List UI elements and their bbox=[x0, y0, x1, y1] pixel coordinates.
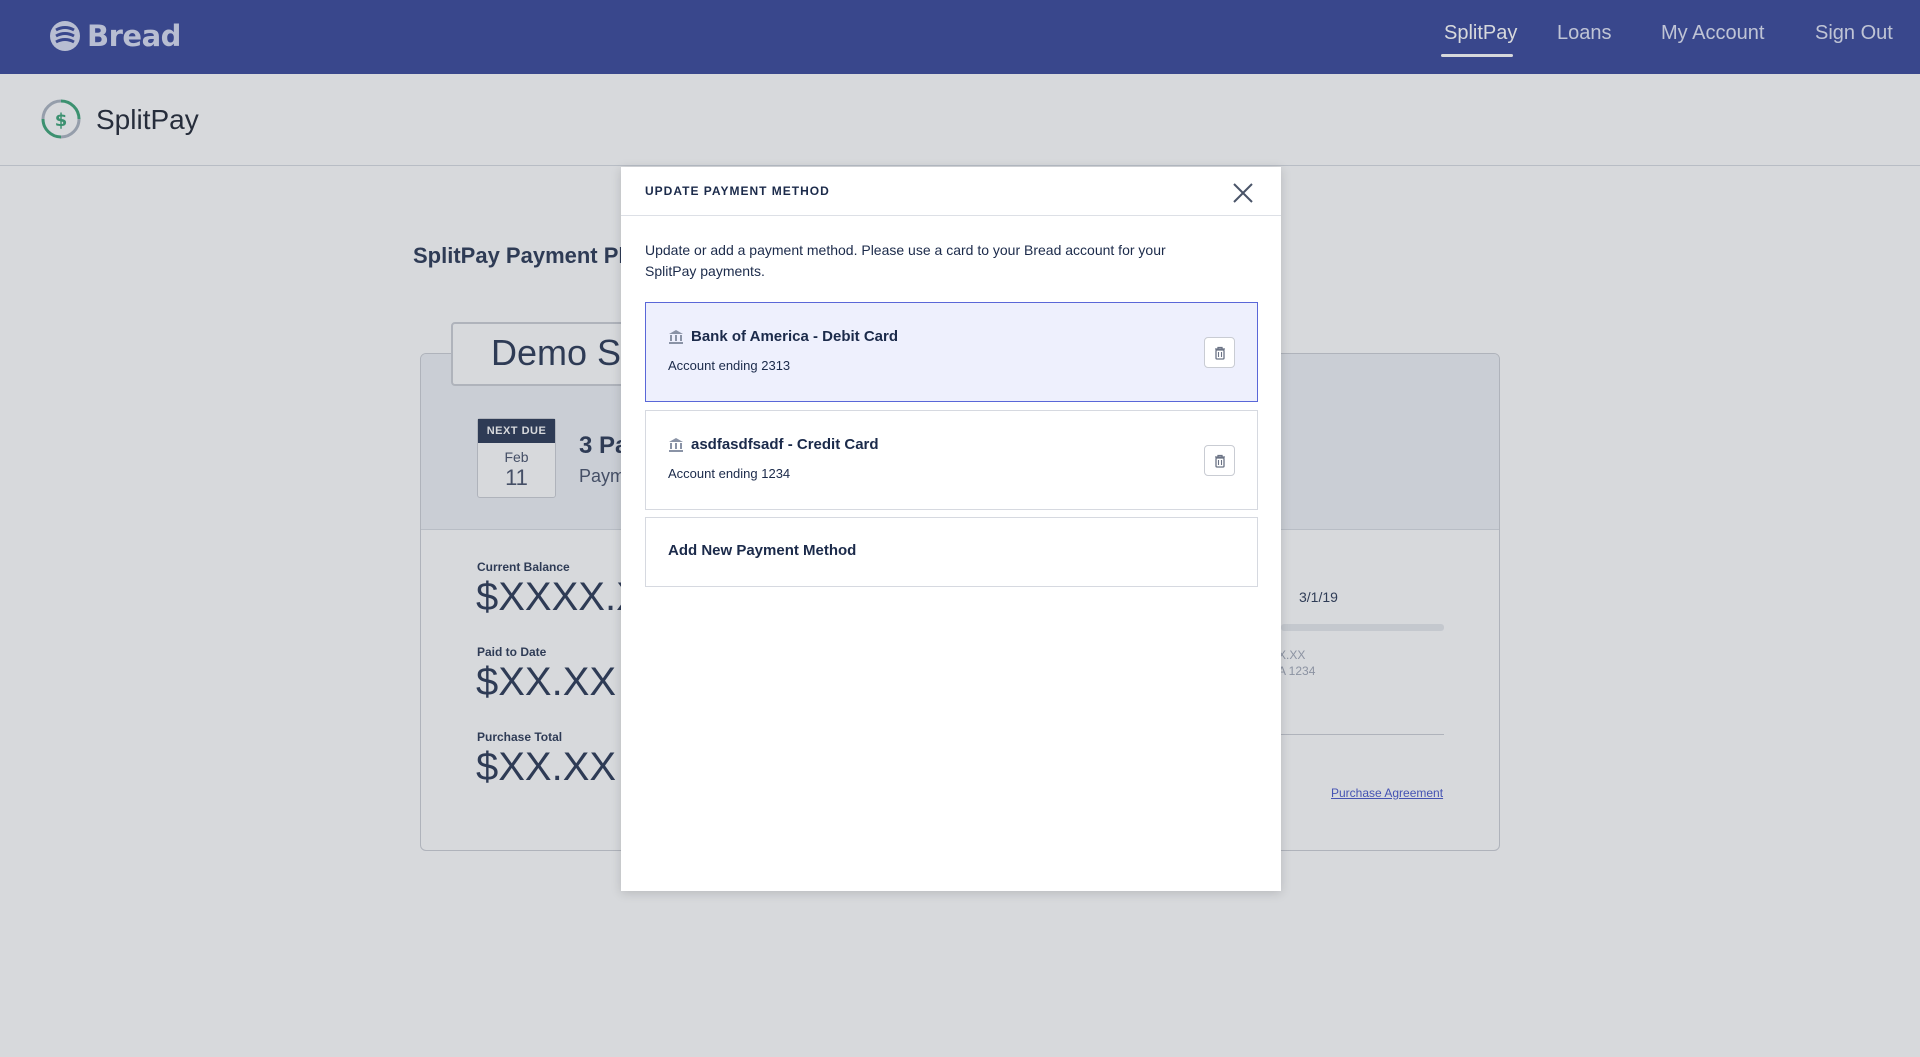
delete-payment-button[interactable] bbox=[1204, 337, 1235, 368]
payment-method-header: Bank of America - Debit Card bbox=[668, 328, 898, 345]
modal-description: Update or add a payment method. Please u… bbox=[645, 242, 1166, 279]
payment-method-title: Bank of America - Debit Card bbox=[691, 328, 898, 345]
payment-method-account: Account ending 1234 bbox=[668, 466, 791, 481]
add-payment-method-label: Add New Payment Method bbox=[668, 542, 857, 559]
modal-header: UPDATE PAYMENT METHOD bbox=[621, 167, 1281, 216]
payment-method-account: Account ending 2313 bbox=[668, 358, 791, 373]
delete-payment-button[interactable] bbox=[1204, 445, 1235, 476]
close-icon[interactable] bbox=[1231, 181, 1255, 205]
update-payment-modal: UPDATE PAYMENT METHOD Update or add a pa… bbox=[621, 167, 1281, 891]
bank-icon bbox=[669, 437, 683, 452]
modal-title: UPDATE PAYMENT METHOD bbox=[645, 184, 830, 198]
payment-method-title: asdfasdfsadf - Credit Card bbox=[691, 436, 879, 453]
payment-method-credit-card[interactable]: asdfasdfsadf - Credit Card Account endin… bbox=[645, 410, 1258, 510]
payment-method-bank-of-america[interactable]: Bank of America - Debit Card Account end… bbox=[645, 302, 1258, 402]
trash-icon bbox=[1214, 454, 1225, 468]
trash-icon bbox=[1214, 346, 1225, 360]
payment-method-header: asdfasdfsadf - Credit Card bbox=[668, 436, 879, 453]
add-payment-method-button[interactable]: Add New Payment Method bbox=[645, 517, 1258, 587]
bank-icon bbox=[669, 329, 683, 344]
